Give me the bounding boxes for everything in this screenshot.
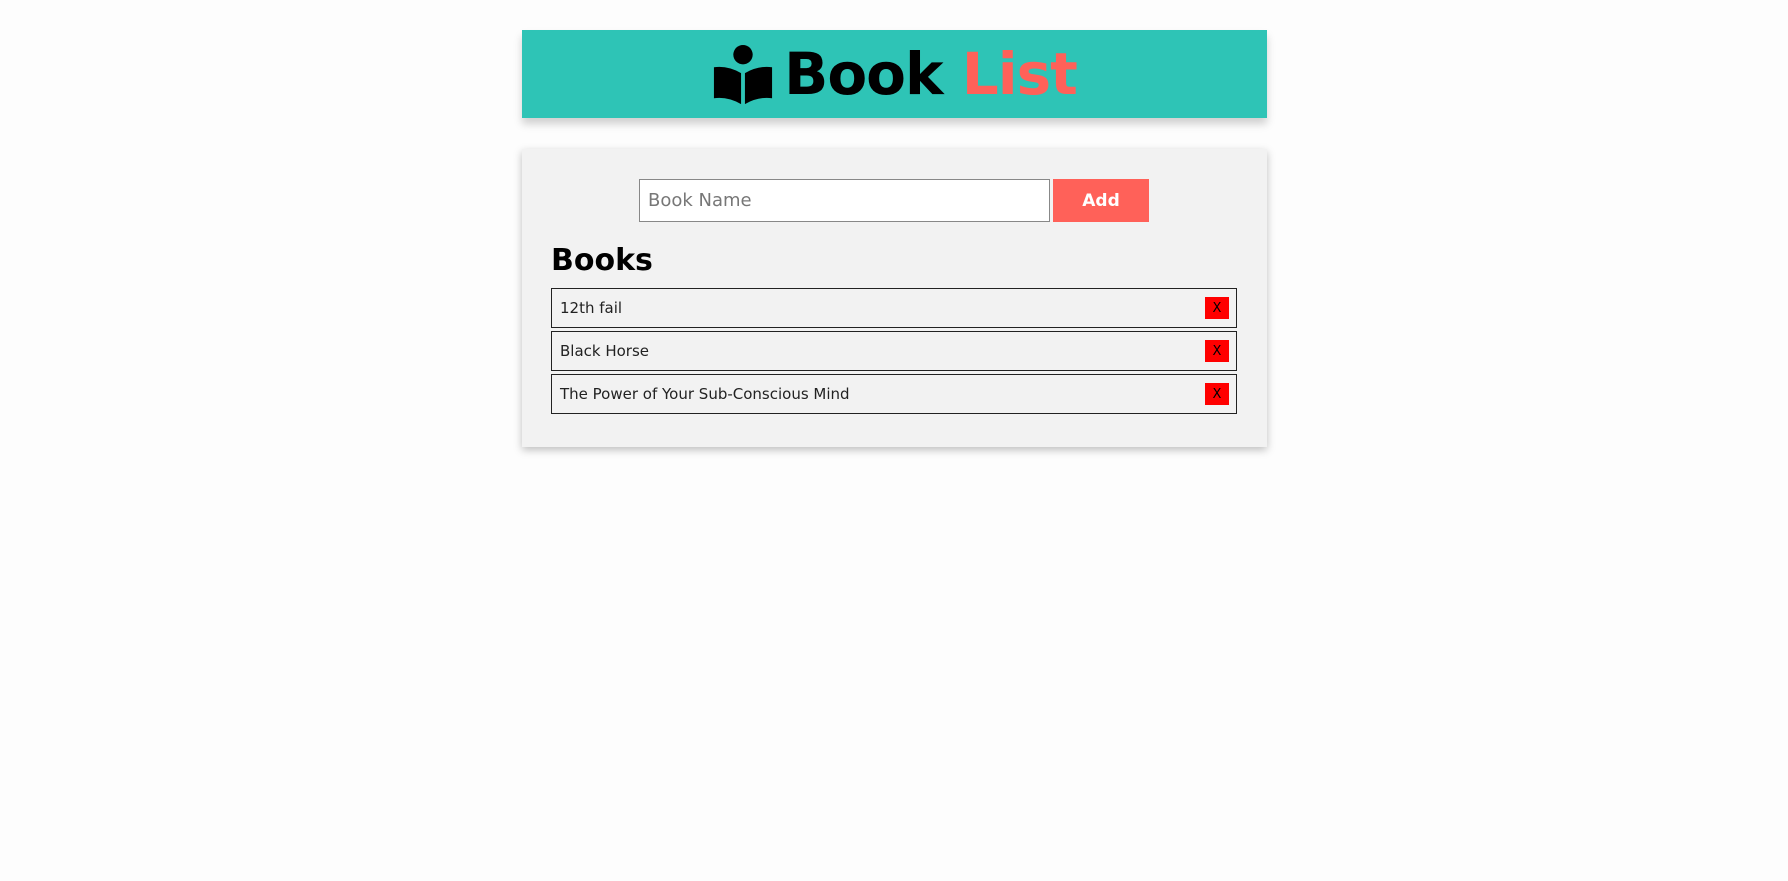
add-button[interactable]: Add xyxy=(1053,179,1149,222)
delete-button[interactable]: X xyxy=(1205,297,1229,319)
book-name: Black Horse xyxy=(560,342,650,360)
app-title: Book List xyxy=(784,45,1078,103)
book-reader-icon xyxy=(714,44,773,105)
book-panel: Add Books 12th fail X Black Horse X The … xyxy=(522,149,1267,447)
title-main: Book xyxy=(784,40,943,108)
book-name-input[interactable] xyxy=(639,179,1050,222)
list-item: The Power of Your Sub-Conscious Mind X xyxy=(551,374,1237,414)
list-item: Black Horse X xyxy=(551,331,1237,371)
app-header: Book List xyxy=(522,30,1267,118)
book-name: 12th fail xyxy=(560,299,623,317)
delete-button[interactable]: X xyxy=(1205,383,1229,405)
list-item: 12th fail X xyxy=(551,288,1237,328)
add-book-form: Add xyxy=(639,179,1149,222)
delete-button[interactable]: X xyxy=(1205,340,1229,362)
books-heading: Books xyxy=(551,243,653,278)
title-accent: List xyxy=(961,40,1078,108)
book-list: 12th fail X Black Horse X The Power of Y… xyxy=(551,288,1237,417)
book-name: The Power of Your Sub-Conscious Mind xyxy=(560,385,850,403)
